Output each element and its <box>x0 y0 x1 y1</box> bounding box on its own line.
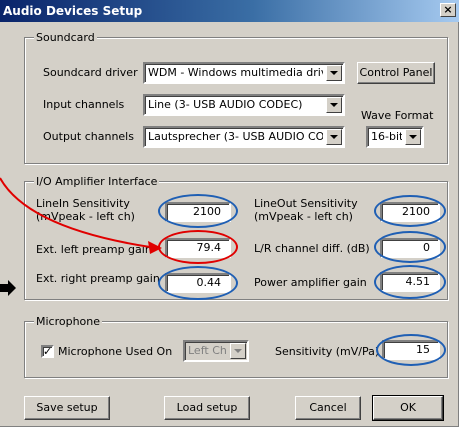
chevron-down-icon <box>234 349 242 353</box>
microphone-used-on-label: Microphone Used On <box>58 345 173 358</box>
soundcard-driver-value: WDM - Windows multimedia driver <box>148 66 323 79</box>
wave-format-label: Wave Format <box>361 109 434 122</box>
microphone-channel-value: Left Ch <box>188 344 227 357</box>
chevron-down-icon <box>330 135 338 139</box>
title-bar: Audio Devices Setup <box>0 0 459 22</box>
soundcard-driver-dropdown-button[interactable] <box>326 65 342 81</box>
ext-right-preamp-gain-input[interactable]: 0.44 <box>165 273 231 293</box>
window-title: Audio Devices Setup <box>3 4 143 18</box>
power-amplifier-gain-input[interactable]: 4.51 <box>380 272 440 292</box>
control-panel-button[interactable]: Control Panel <box>357 62 435 84</box>
save-setup-button[interactable]: Save setup <box>24 396 110 420</box>
wave-format-select[interactable]: 16-bit <box>366 126 424 148</box>
microphone-channel-select[interactable]: Left Ch <box>183 340 249 362</box>
power-amplifier-gain-label: Power amplifier gain <box>254 276 367 289</box>
lineout-sensitivity-input[interactable]: 2100 <box>380 202 440 222</box>
microphone-legend: Microphone <box>34 315 103 328</box>
linein-sensitivity-label-line1: LineIn Sensitivity <box>36 197 130 210</box>
load-setup-button[interactable]: Load setup <box>164 396 250 420</box>
io-amplifier-legend: I/O Amplifier Interface <box>34 175 160 188</box>
chevron-down-icon <box>330 71 338 75</box>
output-channels-select[interactable]: Lautsprecher (3- USB AUDIO COD <box>143 126 345 148</box>
output-channels-value: Lautsprecher (3- USB AUDIO COD <box>148 130 323 143</box>
chevron-down-icon <box>409 135 417 139</box>
soundcard-driver-select[interactable]: WDM - Windows multimedia driver <box>143 62 345 84</box>
lr-channel-diff-input[interactable]: 0 <box>380 238 440 258</box>
input-channels-dropdown-button[interactable] <box>326 97 342 113</box>
wave-format-dropdown-button[interactable] <box>405 129 421 145</box>
linein-sensitivity-label-line2: (mVpeak - left ch) <box>36 210 135 223</box>
input-channels-label: Input channels <box>43 98 125 111</box>
microphone-channel-dropdown-button[interactable] <box>230 343 246 359</box>
output-channels-label: Output channels <box>43 130 134 143</box>
input-channels-value: Line (3- USB AUDIO CODEC) <box>148 98 303 111</box>
lr-channel-diff-label: L/R channel diff. (dB) <box>254 242 370 255</box>
checkmark-icon: ✓ <box>43 345 53 358</box>
black-arrow-icon <box>0 280 16 296</box>
microphone-sensitivity-input[interactable]: 15 <box>382 340 440 360</box>
audio-devices-setup-dialog: Audio Devices Setup × Soundcard Soundcar… <box>0 0 459 427</box>
ext-left-preamp-gain-label: Ext. left preamp gain <box>36 243 152 256</box>
soundcard-legend: Soundcard <box>34 31 97 44</box>
lineout-sensitivity-label-line1: LineOut Sensitivity <box>254 197 358 210</box>
ext-left-preamp-gain-input[interactable]: 79.4 <box>165 238 231 258</box>
wave-format-value: 16-bit <box>371 130 402 143</box>
soundcard-driver-label: Soundcard driver <box>43 66 138 79</box>
ok-button[interactable]: OK <box>372 395 444 421</box>
linein-sensitivity-input[interactable]: 2100 <box>165 202 231 222</box>
ext-right-preamp-gain-label: Ext. right preamp gain <box>36 272 160 285</box>
close-button[interactable]: × <box>440 3 456 17</box>
output-channels-dropdown-button[interactable] <box>326 129 342 145</box>
close-icon: × <box>443 3 453 16</box>
microphone-used-on-checkbox[interactable]: ✓ <box>41 345 54 358</box>
microphone-sensitivity-label: Sensitivity (mV/Pa) <box>275 345 380 358</box>
chevron-down-icon <box>330 103 338 107</box>
input-channels-select[interactable]: Line (3- USB AUDIO CODEC) <box>143 94 345 116</box>
lineout-sensitivity-label-line2: (mVpeak - left ch) <box>254 210 353 223</box>
cancel-button[interactable]: Cancel <box>295 396 361 420</box>
